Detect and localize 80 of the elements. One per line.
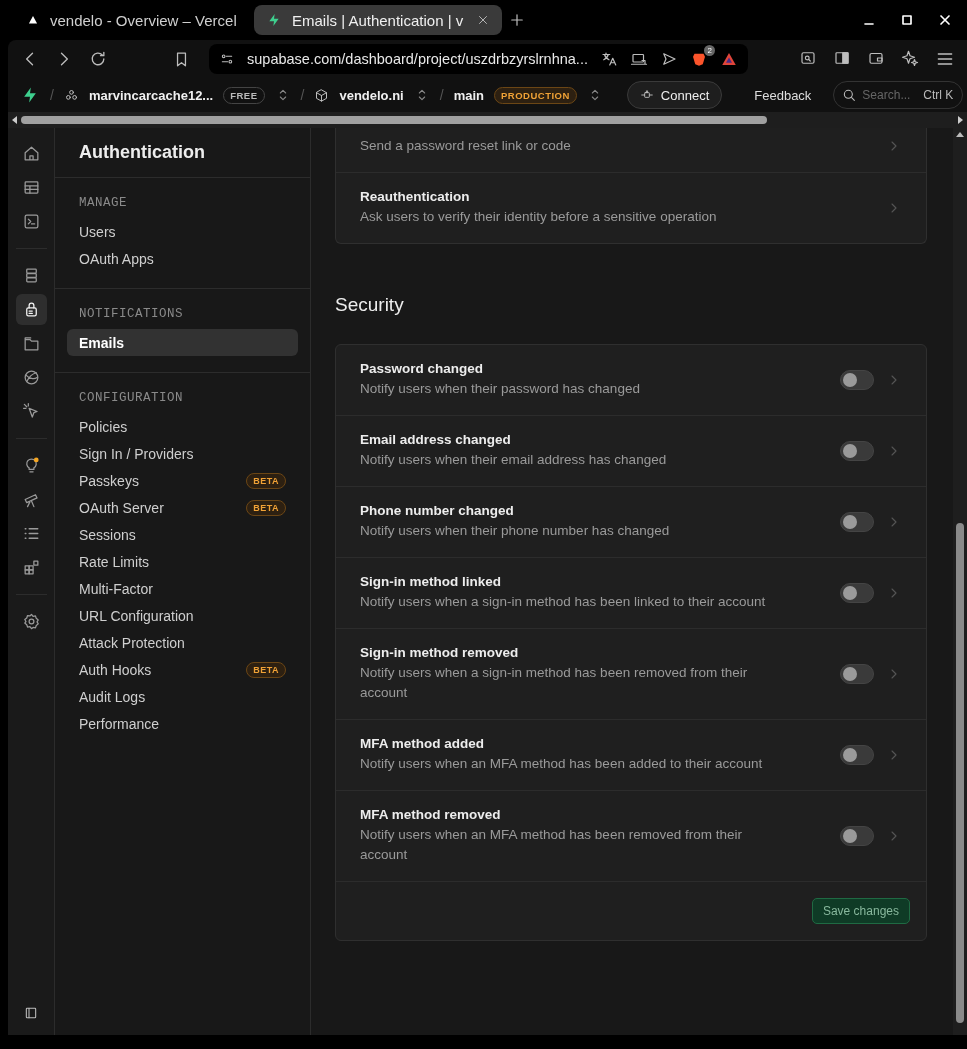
- row-title: Email address changed: [360, 432, 512, 447]
- sidebar-item[interactable]: Rate Limits: [67, 548, 298, 575]
- scroll-up-icon[interactable]: [956, 132, 964, 137]
- organization-name[interactable]: marvincarcache12...: [88, 87, 214, 103]
- toggle-switch[interactable]: [840, 745, 874, 765]
- branch-name[interactable]: main: [453, 87, 484, 103]
- row-description: Notify users when a sign-in method has been removed from their account: [360, 664, 749, 702]
- beta-badge: BETA: [246, 472, 286, 489]
- scrollbar-thumb[interactable]: [21, 116, 767, 124]
- sidebar-item[interactable]: URL Configuration: [67, 602, 298, 629]
- sidebar-item[interactable]: Sign In / Providers: [67, 440, 298, 467]
- row-description: Notify users when their email address has changed: [360, 451, 668, 469]
- scrollbar-thumb[interactable]: [956, 523, 964, 1023]
- environment-badge: PRODUCTION: [493, 86, 577, 104]
- nav-rail-button[interactable]: [15, 294, 47, 325]
- toggle-switch[interactable]: [840, 512, 874, 532]
- translate-icon[interactable]: [599, 50, 618, 68]
- sidebar-title: Authentication: [55, 128, 310, 178]
- sidebar-item[interactable]: Sessions: [67, 521, 298, 548]
- row-title: MFA method added: [360, 736, 485, 751]
- breadcrumb-separator: /: [300, 87, 305, 103]
- row-title: Password changed: [360, 361, 485, 376]
- row-description: Send a password reset link or code: [360, 137, 572, 155]
- sidebar-item[interactable]: Passkeys BETA: [67, 467, 298, 494]
- breadcrumb-separator: /: [50, 87, 54, 103]
- row-title: Phone number changed: [360, 503, 515, 518]
- connect-button[interactable]: Connect: [626, 81, 723, 109]
- row-description: Ask users to verify their identity before a sensitive operation: [360, 208, 718, 226]
- section-heading: MANAGE: [78, 196, 128, 210]
- row-description: Notify users when an MFA method has been removed from their account: [360, 826, 743, 864]
- sidebar-item[interactable]: Attack Protection: [67, 629, 298, 656]
- feedback-button[interactable]: Feedback: [748, 86, 818, 104]
- address-bar[interactable]: supabase.com/dashboard/project/uszdrbzyrslrnhna... 2: [209, 44, 748, 74]
- browser-tab[interactable]: Emails | Authentication | v: [254, 5, 502, 35]
- plus-icon[interactable]: [508, 11, 526, 29]
- section-heading: NOTIFICATIONS: [78, 307, 185, 321]
- beta-badge: BETA: [246, 661, 286, 678]
- reader-icon[interactable]: [799, 49, 817, 67]
- toggle-switch[interactable]: [840, 583, 874, 603]
- section-title: Security: [335, 294, 405, 316]
- toggle-switch[interactable]: [840, 664, 874, 684]
- sidebar-item[interactable]: OAuth Apps: [67, 245, 298, 272]
- sidebar-item[interactable]: Emails: [67, 329, 298, 356]
- toggle-switch[interactable]: [840, 441, 874, 461]
- row-title: MFA method removed: [360, 807, 502, 822]
- sidebar-icon[interactable]: [833, 49, 851, 67]
- sidebar-item[interactable]: Auth Hooks BETA: [67, 656, 298, 683]
- sidebar-item[interactable]: Users: [67, 218, 298, 245]
- row-title: Sign-in method linked: [360, 574, 502, 589]
- save-button[interactable]: Save changes: [811, 898, 910, 924]
- organization-icon[interactable]: [63, 87, 79, 103]
- breadcrumb-separator: /: [439, 87, 444, 103]
- search-icon[interactable]: [841, 87, 858, 103]
- sparkle-icon[interactable]: [901, 49, 919, 67]
- notification-badge: 2: [704, 45, 715, 56]
- toggle-switch[interactable]: [840, 370, 874, 390]
- beta-badge: BETA: [246, 499, 286, 516]
- site-settings-icon[interactable]: [219, 51, 235, 67]
- row-title: Sign-in method removed: [360, 645, 520, 660]
- sidebar-item[interactable]: Performance: [67, 710, 298, 737]
- settings-icon[interactable]: [21, 612, 41, 631]
- section-heading: CONFIGURATION: [78, 391, 185, 405]
- row-title: Reauthentication: [360, 189, 471, 204]
- toggle-switch[interactable]: [840, 826, 874, 846]
- panel-toggle-icon[interactable]: [23, 1005, 39, 1021]
- row-description: Notify users when an MFA method has been added to their account: [360, 755, 764, 773]
- sidebar-item[interactable]: OAuth Server BETA: [67, 494, 298, 521]
- sidebar-item[interactable]: Policies: [67, 413, 298, 440]
- project-name[interactable]: vendelo.ni: [339, 87, 404, 103]
- maximize-icon[interactable]: [899, 12, 915, 28]
- keyboard-shortcut: Ctrl K: [923, 88, 954, 102]
- row-description: Notify users when a sign-in method has been linked to their account: [360, 593, 767, 611]
- row-description: Notify users when their phone number has changed: [360, 522, 671, 540]
- close-icon[interactable]: [937, 12, 953, 28]
- pointer-icon[interactable]: [21, 402, 41, 421]
- row-description: Notify users when their password has changed: [360, 380, 641, 398]
- sidebar-item[interactable]: Multi-Factor: [67, 575, 298, 602]
- browser-tab[interactable]: vendelo - Overview – Vercel: [14, 5, 248, 35]
- sidebar-item[interactable]: Audit Logs: [67, 683, 298, 710]
- cube-icon[interactable]: [314, 87, 330, 103]
